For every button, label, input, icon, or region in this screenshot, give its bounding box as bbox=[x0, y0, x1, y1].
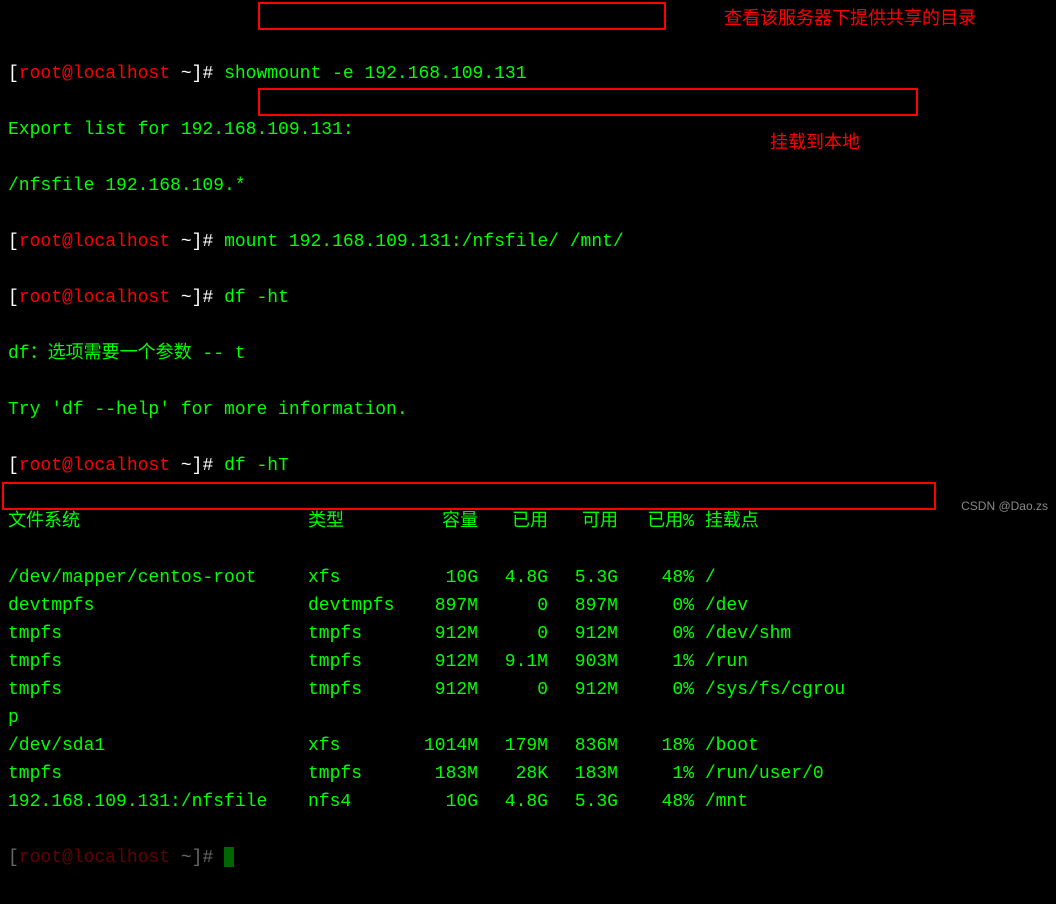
df-row: 192.168.109.131:/nfsfilenfs410G4.8G5.3G4… bbox=[8, 788, 1048, 816]
df-avail: 5.3G bbox=[548, 788, 618, 816]
df-table-body: /dev/mapper/centos-rootxfs10G4.8G5.3G48%… bbox=[8, 564, 1048, 816]
df-avail: 836M bbox=[548, 732, 618, 760]
output-df-err1: df：选项需要一个参数 -- t bbox=[8, 340, 1048, 368]
df-fs: tmpfs bbox=[8, 676, 308, 704]
df-row: devtmpfsdevtmpfs897M0897M0% /dev bbox=[8, 592, 1048, 620]
df-usep: 1% bbox=[618, 648, 694, 676]
output-exportlist: Export list for 192.168.109.131: bbox=[8, 116, 1048, 144]
cmd-df-ht: df -ht bbox=[224, 288, 289, 308]
df-usep: 1% bbox=[618, 760, 694, 788]
df-mount: / bbox=[705, 568, 716, 588]
watermark-text: CSDN @Dao.zs bbox=[961, 492, 1048, 520]
cmd-showmount: showmount -e 192.168.109.131 bbox=[224, 64, 526, 84]
line-showmount: [root@localhost ~]# showmount -e 192.168… bbox=[8, 60, 1048, 88]
df-fs: /dev/mapper/centos-root bbox=[8, 564, 308, 592]
df-h-fs: 文件系统 bbox=[8, 508, 308, 536]
df-usep: 18% bbox=[618, 732, 694, 760]
line-mount: [root@localhost ~]# mount 192.168.109.13… bbox=[8, 228, 1048, 256]
df-row: tmpfstmpfs912M0912M0% /sys/fs/cgrou bbox=[8, 676, 1048, 704]
df-type: tmpfs bbox=[308, 760, 408, 788]
df-type: tmpfs bbox=[308, 676, 408, 704]
df-row: tmpfstmpfs912M0912M0% /dev/shm bbox=[8, 620, 1048, 648]
df-used: 28K bbox=[478, 760, 548, 788]
df-fs: devtmpfs bbox=[8, 592, 308, 620]
df-mount: /sys/fs/cgrou bbox=[705, 680, 845, 700]
df-mount: /boot bbox=[705, 736, 759, 756]
df-fs: /dev/sda1 bbox=[8, 732, 308, 760]
df-fs: tmpfs bbox=[8, 760, 308, 788]
df-type: xfs bbox=[308, 564, 408, 592]
df-type: xfs bbox=[308, 732, 408, 760]
df-avail: 903M bbox=[548, 648, 618, 676]
cursor-block bbox=[224, 847, 234, 867]
df-avail: 5.3G bbox=[548, 564, 618, 592]
df-h-used: 已用 bbox=[478, 508, 548, 536]
df-usep: 48% bbox=[618, 788, 694, 816]
df-type: tmpfs bbox=[308, 620, 408, 648]
line-df-ht: [root@localhost ~]# df -ht bbox=[8, 284, 1048, 312]
df-avail: 897M bbox=[548, 592, 618, 620]
df-row-wrap: p bbox=[8, 704, 1048, 732]
df-mount: /run bbox=[705, 652, 748, 672]
df-usep: 0% bbox=[618, 620, 694, 648]
prompt-userhost: root@localhost bbox=[19, 64, 170, 84]
df-size: 897M bbox=[408, 592, 478, 620]
df-used: 0 bbox=[478, 620, 548, 648]
df-row: /dev/sda1xfs1014M179M836M18% /boot bbox=[8, 732, 1048, 760]
df-used: 9.1M bbox=[478, 648, 548, 676]
df-header: 文件系统类型容量已用可用已用% 挂载点 bbox=[8, 508, 1048, 536]
prompt-bracket-close: ]# bbox=[192, 64, 224, 84]
df-mount: /dev/shm bbox=[705, 624, 791, 644]
df-used: 179M bbox=[478, 732, 548, 760]
df-h-usep: 已用% bbox=[618, 508, 694, 536]
prompt-path: ~ bbox=[170, 64, 192, 84]
df-size: 912M bbox=[408, 620, 478, 648]
df-used: 4.8G bbox=[478, 788, 548, 816]
df-type: nfs4 bbox=[308, 788, 408, 816]
df-type: devtmpfs bbox=[308, 592, 408, 620]
df-usep: 0% bbox=[618, 676, 694, 704]
df-avail: 183M bbox=[548, 760, 618, 788]
df-row: /dev/mapper/centos-rootxfs10G4.8G5.3G48%… bbox=[8, 564, 1048, 592]
df-usep: 48% bbox=[618, 564, 694, 592]
df-size: 912M bbox=[408, 648, 478, 676]
df-usep: 0% bbox=[618, 592, 694, 620]
annotation-mount: 挂载到本地 bbox=[770, 128, 860, 156]
df-mount: /mnt bbox=[705, 792, 748, 812]
line-next-prompt: [root@localhost ~]# bbox=[8, 844, 1048, 872]
df-h-size: 容量 bbox=[408, 508, 478, 536]
df-row: tmpfstmpfs912M9.1M903M1% /run bbox=[8, 648, 1048, 676]
prompt-bracket-open: [ bbox=[8, 64, 19, 84]
output-df-err2: Try 'df --help' for more information. bbox=[8, 396, 1048, 424]
df-used: 0 bbox=[478, 676, 548, 704]
df-mount: /run/user/0 bbox=[705, 764, 824, 784]
line-df-hT: [root@localhost ~]# df -hT bbox=[8, 452, 1048, 480]
annotation-showmount: 查看该服务器下提供共享的目录 bbox=[724, 4, 976, 32]
df-type: tmpfs bbox=[308, 648, 408, 676]
df-mount: /dev bbox=[705, 596, 748, 616]
df-size: 10G bbox=[408, 788, 478, 816]
cmd-df-hT2: df -hT bbox=[224, 456, 289, 476]
df-size: 183M bbox=[408, 760, 478, 788]
df-size: 10G bbox=[408, 564, 478, 592]
df-avail: 912M bbox=[548, 620, 618, 648]
df-used: 0 bbox=[478, 592, 548, 620]
df-fs: 192.168.109.131:/nfsfile bbox=[8, 788, 308, 816]
df-fs: tmpfs bbox=[8, 620, 308, 648]
cmd-mount: mount 192.168.109.131:/nfsfile/ /mnt/ bbox=[224, 232, 624, 252]
df-h-mount: 挂载点 bbox=[705, 512, 759, 532]
df-avail: 912M bbox=[548, 676, 618, 704]
df-fs: tmpfs bbox=[8, 648, 308, 676]
df-size: 1014M bbox=[408, 732, 478, 760]
df-row: tmpfstmpfs183M28K183M1% /run/user/0 bbox=[8, 760, 1048, 788]
df-h-avail: 可用 bbox=[548, 508, 618, 536]
df-h-type: 类型 bbox=[308, 508, 408, 536]
df-used: 4.8G bbox=[478, 564, 548, 592]
terminal-window[interactable]: [root@localhost ~]# showmount -e 192.168… bbox=[0, 0, 1056, 904]
output-nfsfile-acl: /nfsfile 192.168.109.* bbox=[8, 172, 1048, 200]
df-size: 912M bbox=[408, 676, 478, 704]
